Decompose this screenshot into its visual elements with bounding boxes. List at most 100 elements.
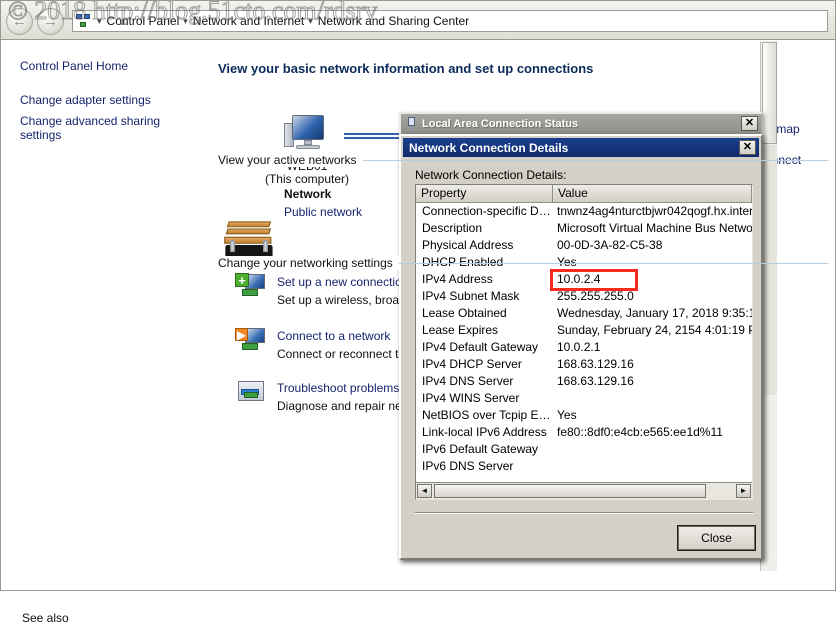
- cell-property: Link-local IPv6 Address: [422, 425, 547, 439]
- cell-property: IPv4 WINS Server: [422, 391, 520, 405]
- cell-value: Wednesday, January 17, 2018 9:35:17 P: [557, 306, 752, 320]
- cell-property: IPv4 Address: [422, 272, 493, 286]
- scroll-left-button[interactable]: ◄: [417, 484, 432, 498]
- cell-property: IPv4 DHCP Server: [422, 357, 522, 371]
- cell-value: [553, 441, 752, 458]
- cell-value: 168.63.129.16: [557, 374, 634, 388]
- cell-property: IPv4 DNS Server: [422, 374, 514, 388]
- column-header-property[interactable]: Property: [416, 185, 553, 203]
- cell-value: 168.63.129.16: [557, 357, 634, 371]
- setting-title-troubleshoot-problems[interactable]: Troubleshoot problems: [277, 381, 399, 395]
- table-row[interactable]: IPv4 WINS Server: [416, 390, 752, 407]
- setting-desc-connect-to-a-network: Connect or reconnect to: [277, 347, 406, 361]
- cell-value: tnwnz4ag4nturctbjwr042qogf.hx.internal.c: [557, 204, 752, 218]
- cell-property: Connection-specific DN...: [422, 204, 553, 218]
- page-title: View your basic network information and …: [218, 61, 594, 76]
- details-subtitle: Network Connection Details:: [415, 168, 567, 182]
- back-arrow-icon: ←: [12, 13, 27, 30]
- network-connection-details-dialog: Network Connection Details ✕ Network Con…: [399, 134, 763, 560]
- connection-details-table: Property Value Connection-specific DN...…: [415, 184, 753, 500]
- column-header-value[interactable]: Value: [553, 185, 752, 203]
- forward-button[interactable]: →: [37, 8, 64, 35]
- networking-settings-heading: Change your networking settings: [218, 256, 399, 270]
- cell-property: IPv6 DNS Server: [422, 459, 514, 473]
- computer-sub-label: (This computer): [264, 172, 350, 186]
- cell-value: Microsoft Virtual Machine Bus Network Ad: [557, 221, 752, 235]
- sidebar-item-change-advanced-sharing-settings[interactable]: Change advanced sharing settings: [20, 113, 204, 143]
- status-dialog-close-button[interactable]: ✕: [741, 116, 758, 131]
- table-row[interactable]: IPv4 DHCP Server 168.63.129.16: [416, 356, 752, 373]
- setting-title-connect-to-a-network[interactable]: Connect to a network: [277, 329, 390, 343]
- breadcrumb-dropdown-icon[interactable]: ▾: [94, 16, 106, 27]
- breadcrumb-network-and-sharing-center[interactable]: Network and Sharing Center: [317, 14, 470, 28]
- address-bar: ← → ▾ Control Panel ▾ Network and Intern…: [0, 0, 836, 40]
- navigation-pane: Control Panel Home Change adapter settin…: [0, 41, 204, 625]
- cell-value: fe80::8df0:e4cb:e565:ee1d%11: [557, 425, 723, 439]
- status-dialog-titlebar[interactable]: Local Area Connection Status ✕: [401, 114, 761, 134]
- active-network-type-link[interactable]: Public network: [284, 205, 362, 219]
- table-header-row: Property Value: [416, 185, 752, 203]
- table-row[interactable]: IPv4 Subnet Mask 255.255.255.0: [416, 288, 752, 305]
- dialog-separator: [415, 512, 753, 514]
- table-row[interactable]: IPv4 DNS Server 168.63.129.16: [416, 373, 752, 390]
- active-networks-heading: View your active networks: [218, 153, 363, 167]
- breadcrumb-network-and-internet[interactable]: Network and Internet: [192, 14, 305, 28]
- see-also-label: See also: [22, 611, 69, 625]
- table-row[interactable]: Link-local IPv6 Address fe80::8df0:e4cb:e…: [416, 424, 752, 441]
- computer-icon[interactable]: [284, 115, 330, 155]
- horizontal-scrollbar-thumb[interactable]: [434, 484, 706, 498]
- cell-value: Sunday, February 24, 2154 4:01:19 PM: [557, 323, 752, 337]
- cell-property: Physical Address: [422, 238, 514, 252]
- setting-desc-set-up-new-connection: Set up a wireless, broadl: [277, 293, 409, 307]
- table-row[interactable]: IPv4 Default Gateway 10.0.2.1: [416, 339, 752, 356]
- connect-network-icon: ▶: [235, 327, 267, 357]
- table-row[interactable]: Lease Expires Sunday, February 24, 2154 4…: [416, 322, 752, 339]
- cell-value: [553, 458, 752, 475]
- cell-property: Lease Expires: [422, 323, 499, 337]
- content-scrollbar-track[interactable]: [762, 145, 777, 395]
- new-connection-icon: +: [235, 273, 267, 303]
- cell-value: Yes: [557, 408, 577, 422]
- breadcrumb-control-panel[interactable]: Control Panel: [106, 14, 181, 28]
- network-icon: [76, 14, 92, 28]
- cell-value: 10.0.2.1: [557, 340, 601, 354]
- cell-value: [553, 390, 752, 407]
- sidebar-item-change-adapter-settings[interactable]: Change adapter settings: [20, 92, 151, 108]
- breadcrumb-separator-1[interactable]: ▾: [180, 16, 192, 27]
- cell-property: Lease Obtained: [422, 306, 507, 320]
- cell-property: NetBIOS over Tcpip En...: [422, 408, 553, 422]
- table-row[interactable]: IPv6 Default Gateway: [416, 441, 752, 458]
- status-dialog-title: Local Area Connection Status: [422, 118, 579, 130]
- connection-icon: [405, 117, 418, 131]
- table-row[interactable]: IPv6 DNS Server: [416, 458, 752, 475]
- cell-property: IPv4 Subnet Mask: [422, 289, 520, 303]
- cell-property: Description: [422, 221, 483, 235]
- scroll-right-button[interactable]: ►: [736, 484, 751, 498]
- content-scrollbar-thumb[interactable]: [762, 42, 777, 144]
- details-dialog-close-button[interactable]: ✕: [739, 140, 756, 155]
- cell-value: 255.255.255.0: [557, 289, 634, 303]
- network-and-sharing-center-window: ← → ▾ Control Panel ▾ Network and Intern…: [0, 0, 836, 625]
- forward-arrow-icon: →: [43, 13, 58, 30]
- troubleshoot-icon: [235, 379, 267, 409]
- table-row[interactable]: IPv4 Address 10.0.2.4: [416, 271, 752, 288]
- cell-value: 00-0D-3A-82-C5-38: [557, 238, 663, 252]
- details-dialog-title: Network Connection Details: [409, 140, 569, 155]
- address-input[interactable]: ▾ Control Panel ▾ Network and Internet ▾…: [72, 10, 828, 32]
- back-button[interactable]: ←: [6, 8, 33, 35]
- details-dialog-titlebar[interactable]: Network Connection Details ✕: [403, 138, 759, 157]
- cell-property: IPv4 Default Gateway: [422, 340, 539, 354]
- table-row[interactable]: NetBIOS over Tcpip En... Yes: [416, 407, 752, 424]
- cell-value: 10.0.2.4: [557, 272, 601, 286]
- close-button[interactable]: Close: [677, 525, 756, 551]
- table-row[interactable]: Description Microsoft Virtual Machine Bus…: [416, 220, 752, 237]
- table-horizontal-scrollbar[interactable]: ◄ ►: [416, 482, 752, 499]
- breadcrumb-separator-2[interactable]: ▾: [305, 16, 317, 27]
- table-row[interactable]: Physical Address 00-0D-3A-82-C5-38: [416, 237, 752, 254]
- table-row[interactable]: Connection-specific DN... tnwnz4ag4nturct…: [416, 203, 752, 220]
- sidebar-item-control-panel-home[interactable]: Control Panel Home: [20, 58, 128, 74]
- cell-property: IPv6 Default Gateway: [422, 442, 539, 456]
- setting-title-set-up-new-connection[interactable]: Set up a new connection: [277, 275, 408, 289]
- table-row[interactable]: Lease Obtained Wednesday, January 17, 201…: [416, 305, 752, 322]
- table-body: Connection-specific DN... tnwnz4ag4nturct…: [416, 203, 752, 483]
